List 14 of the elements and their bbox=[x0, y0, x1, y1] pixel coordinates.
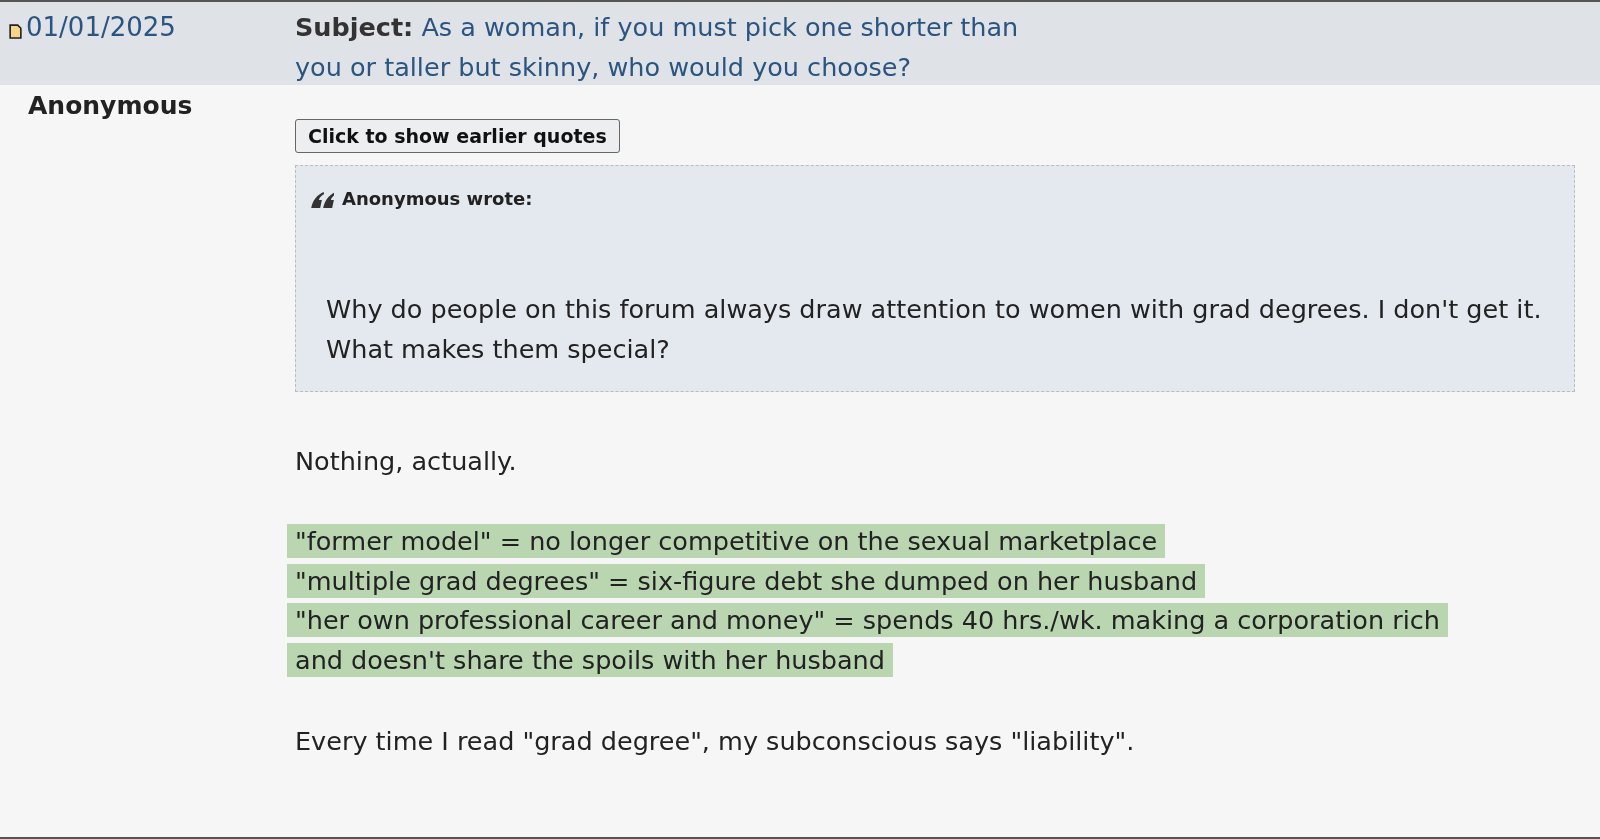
author-name: Anonymous bbox=[28, 91, 193, 120]
post-date: 01/01/2025 bbox=[26, 12, 176, 42]
show-quotes-button[interactable]: Click to show earlier quotes bbox=[295, 119, 620, 153]
post-subject: Subject: As a woman, if you must pick one shorter than you or taller but skinny, who would you choose? bbox=[295, 11, 1020, 84]
highlighted-text: "multiple grad degrees" = six-figure debt she dumped on her husband bbox=[287, 563, 1206, 598]
quote-icon bbox=[310, 189, 334, 208]
quote-text: Why do people on this forum always draw attention to women with grad degrees. I don't get it. What makes them special? bbox=[326, 293, 1543, 366]
quote-author: Anonymous wrote: bbox=[342, 188, 533, 209]
highlighted-text: "her own professional career and money" = spends 40 hrs./wk. making a corporation rich bbox=[287, 603, 1448, 637]
document-icon bbox=[9, 24, 22, 39]
highlighted-text: "former model" = no longer competitive on the sexual marketplace bbox=[287, 524, 1166, 558]
post-text: Nothing, actually. bbox=[295, 446, 518, 476]
highlighted-text: and doesn't share the spoils with her husband bbox=[287, 642, 893, 677]
post-text: Every time I read "grad degree", my subconscious says "liability". bbox=[295, 726, 1136, 756]
